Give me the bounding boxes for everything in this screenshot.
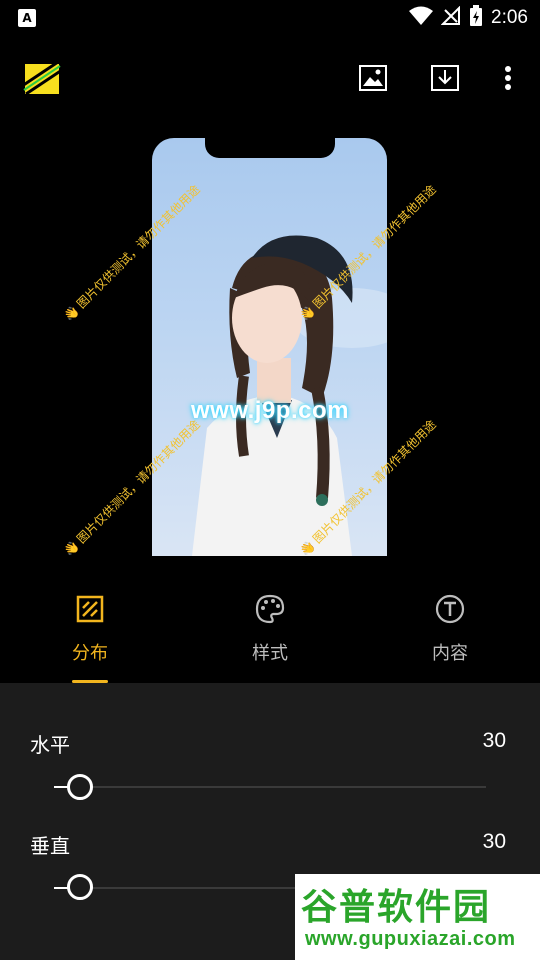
- horizontal-value: 30: [482, 729, 506, 752]
- distribution-icon: [74, 593, 106, 625]
- vertical-label: 垂直: [30, 834, 70, 858]
- site-watermark: www.j9p.com: [191, 397, 349, 424]
- tab-style[interactable]: 样式: [180, 575, 360, 683]
- app-bar: [0, 42, 540, 114]
- vertical-value: 30: [482, 830, 506, 853]
- wifi-icon: [409, 6, 434, 30]
- text-t-icon: [434, 593, 466, 625]
- image-icon[interactable]: [355, 60, 391, 96]
- tab-content[interactable]: 内容: [360, 575, 540, 683]
- more-vert-icon[interactable]: [490, 60, 526, 96]
- option-tabs: 分布 样式 内容: [0, 575, 540, 683]
- horizontal-slider[interactable]: [54, 786, 486, 788]
- corner-watermark-url: www.gupuxiazai.com: [305, 928, 516, 950]
- vertical-slider-thumb[interactable]: [66, 874, 93, 900]
- no-signal-icon: [440, 5, 461, 30]
- status-icons: 2:06: [409, 5, 528, 31]
- tab-label: 内容: [432, 643, 468, 664]
- tab-label: 分布: [72, 643, 108, 664]
- tab-label: 样式: [252, 643, 288, 664]
- horizontal-slider-thumb[interactable]: [66, 774, 93, 800]
- status-bar: A 2:06: [0, 0, 540, 36]
- horizontal-label: 水平: [30, 733, 70, 757]
- phone-notch: [205, 138, 335, 158]
- app-logo: [21, 60, 63, 96]
- corner-watermark-title: 谷普软件园: [301, 887, 492, 928]
- notification-app-icon: A: [18, 9, 36, 27]
- download-icon[interactable]: [427, 60, 463, 96]
- clock: 2:06: [491, 7, 528, 28]
- tab-distribution[interactable]: 分布: [0, 575, 180, 683]
- corner-watermark: 谷普软件园 www.gupuxiazai.com: [295, 874, 540, 960]
- battery-charging-icon: [469, 5, 483, 31]
- palette-icon: [254, 593, 286, 625]
- watermark-preview: 👋图片仅供测试，请勿作其他用途 👋图片仅供测试，请勿作其他用途 👋图片仅供测试，…: [0, 120, 540, 565]
